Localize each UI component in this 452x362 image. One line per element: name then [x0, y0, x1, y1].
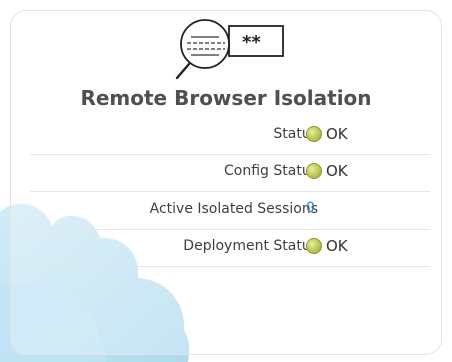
- config-status-row: Config Status OK: [30, 155, 430, 192]
- panel-title: Remote Browser Isolation: [80, 86, 372, 110]
- deployment-status-label: Deployment Status: [183, 238, 318, 254]
- config-status-value: OK: [306, 162, 348, 180]
- status-value: OK: [306, 125, 348, 143]
- active-isolated-sessions-value[interactable]: 0: [306, 200, 315, 216]
- remote-browser-isolation-icon: **: [175, 19, 284, 80]
- deployment-status-text: OK: [326, 237, 348, 255]
- ok-status-icon: [306, 126, 322, 142]
- stage: ** Remote Browser Isolation Status OK Co…: [0, 0, 452, 362]
- config-status-label: Config Status: [224, 163, 318, 179]
- status-text: OK: [326, 125, 348, 143]
- deployment-status-value: OK: [306, 237, 348, 255]
- svg-text:**: **: [242, 32, 261, 53]
- active-isolated-sessions-link[interactable]: 0: [306, 200, 315, 216]
- active-isolated-sessions-row: Active Isolated Sessions 0: [30, 193, 430, 230]
- ok-status-icon: [306, 238, 322, 254]
- active-isolated-sessions-label: Active Isolated Sessions: [149, 201, 318, 217]
- status-row: Status OK: [30, 118, 430, 155]
- deployment-status-row: Deployment Status OK: [30, 230, 430, 267]
- ok-status-icon: [306, 163, 322, 179]
- config-status-text: OK: [326, 162, 348, 180]
